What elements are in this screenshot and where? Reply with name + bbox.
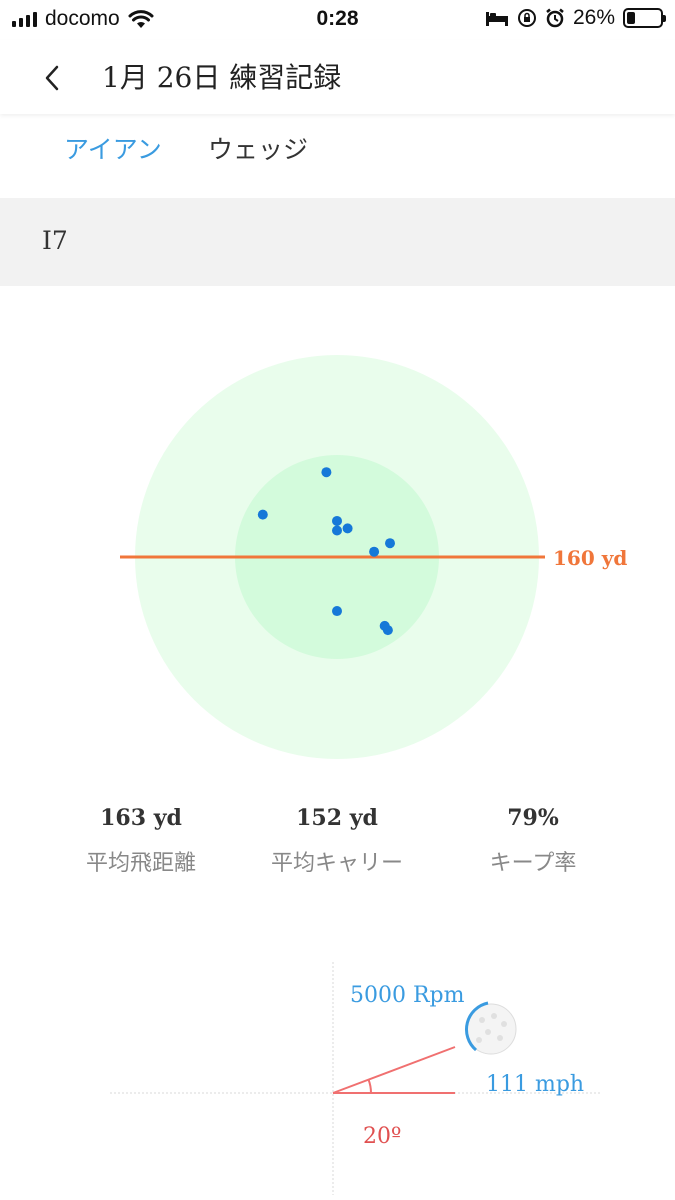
stat-label: 平均キャリー <box>270 851 403 876</box>
ball-speed: 111 mph <box>486 1072 584 1097</box>
angle-arc <box>367 1079 372 1094</box>
shot-point <box>382 625 393 636</box>
shot-point <box>332 515 342 526</box>
wifi-icon <box>128 10 154 28</box>
shot-point <box>332 606 342 617</box>
tab-iron[interactable]: アイアン <box>64 130 162 166</box>
status-right: 26% <box>485 6 666 30</box>
stat-value: 79% <box>507 805 559 831</box>
stat-label: キープ率 <box>489 851 577 876</box>
battery-percent: 26% <box>572 6 615 29</box>
stat-value: 163 yd <box>100 805 182 831</box>
launch-angle: 20º <box>363 1124 401 1149</box>
battery-fill <box>627 12 636 24</box>
spin-rate: 5000 Rpm <box>350 983 465 1008</box>
shot-point <box>257 509 268 520</box>
chevron-left-icon <box>45 65 59 91</box>
shot-point <box>369 546 380 557</box>
carrier-name: docomo <box>45 7 120 30</box>
dispersion-chart: 160 yd <box>120 355 627 759</box>
shot-point <box>332 525 342 536</box>
shot-point <box>321 467 332 478</box>
club-name: I7 <box>42 226 68 255</box>
shot-point <box>342 523 353 534</box>
stat-avg-carry: 152 yd 平均キャリー <box>237 805 437 877</box>
club-section-header: I7 <box>0 198 675 286</box>
stat-value: 152 yd <box>296 805 378 831</box>
shot-point <box>385 538 395 549</box>
alarm-icon <box>546 8 564 28</box>
back-button[interactable] <box>32 58 72 98</box>
bed-icon <box>485 12 508 26</box>
page-title: 1月 26日 練習記録 <box>102 61 342 94</box>
target-distance-label: 160 yd <box>553 546 627 570</box>
status-left: docomo <box>12 7 154 31</box>
stat-label: 平均飛距離 <box>85 851 196 876</box>
tab-wedge[interactable]: ウェッジ <box>208 130 308 166</box>
club-type-tabs: アイアン ウェッジ <box>0 120 675 180</box>
signal-icon <box>12 11 37 27</box>
status-bar: docomo 0:28 26% <box>0 0 675 40</box>
launch-angle-line <box>332 1046 456 1094</box>
rotation-lock-icon <box>517 9 536 27</box>
launch-diagram: 5000 Rpm 111 mph 20º <box>110 962 600 1195</box>
stat-avg-distance: 163 yd 平均飛距離 <box>41 805 241 877</box>
golf-ball-icon <box>465 1001 517 1055</box>
battery-icon <box>623 8 666 28</box>
nav-bar: 1月 26日 練習記録 <box>0 40 675 114</box>
stat-keep-rate: 79% キープ率 <box>433 805 633 877</box>
stats-row: 163 yd 平均飛距離 152 yd 平均キャリー 79% キープ率 <box>0 805 675 895</box>
